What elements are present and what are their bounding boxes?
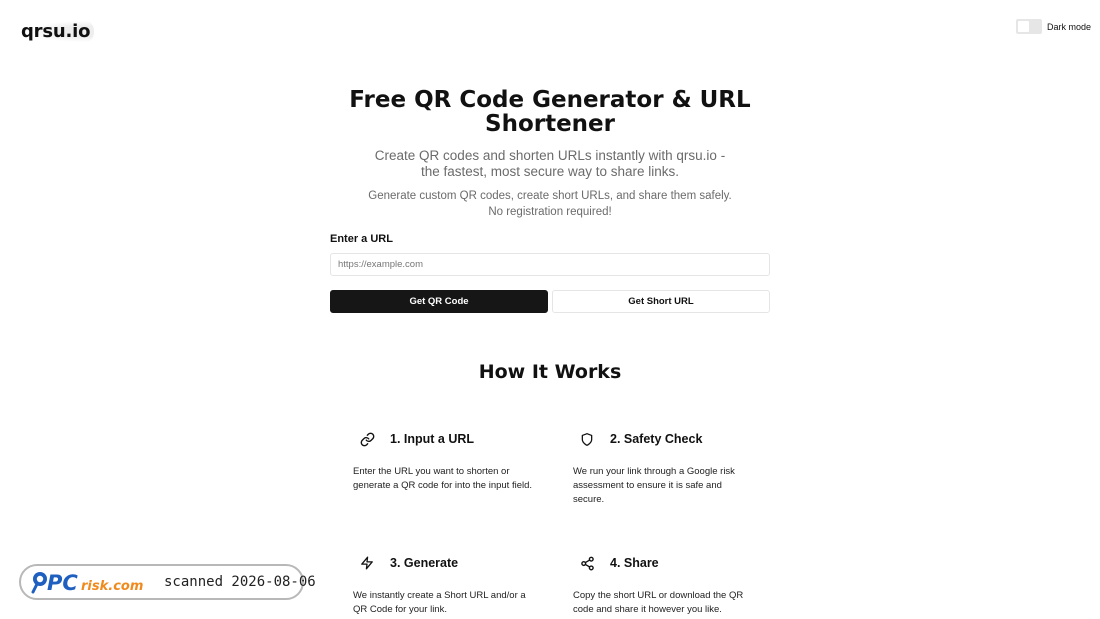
step-description: Copy the short URL or download the QR co…: [573, 590, 744, 615]
hero-section: Free QR Code Generator & URL Shortener C…: [330, 88, 770, 220]
share-icon: [577, 553, 597, 573]
step-title: 2. Safety Check: [610, 432, 703, 446]
url-input[interactable]: [330, 253, 770, 276]
dark-mode-toggle[interactable]: Dark mode: [1015, 19, 1091, 34]
step-title: 3. Generate: [390, 556, 459, 570]
step-description: We instantly create a Short URL and/or a…: [353, 590, 526, 615]
site-logo[interactable]: qrsu.io: [21, 19, 95, 44]
lightning-icon: [357, 553, 377, 573]
get-short-url-button[interactable]: Get Short URL: [552, 290, 770, 313]
shield-icon: [577, 429, 597, 449]
svg-text:PC: PC: [47, 571, 78, 594]
step-title: 1. Input a URL: [390, 432, 475, 446]
hero-description: Generate custom QR codes, create short U…: [368, 190, 732, 218]
step-safety-check: 2. Safety Check We run your link through…: [573, 429, 753, 507]
step-generate: 3. Generate We instantly create a Short …: [353, 553, 533, 617]
form-buttons: Get QR Code Get Short URL: [330, 290, 770, 313]
svg-text:risk.com: risk.com: [81, 579, 143, 594]
step-title: 4. Share: [610, 556, 659, 570]
get-qr-code-button[interactable]: Get QR Code: [330, 290, 548, 313]
watermark-text: scanned 2026-08-06: [164, 574, 316, 590]
link-icon: [357, 429, 377, 449]
step-description: We run your link through a Google risk a…: [573, 466, 735, 505]
url-input-label: Enter a URL: [330, 233, 393, 245]
step-input-url: 1. Input a URL Enter the URL you want to…: [353, 429, 533, 493]
hero-subtitle: Create QR codes and shorten URLs instant…: [374, 148, 726, 179]
page-title: Free QR Code Generator & URL Shortener: [349, 87, 751, 137]
pcrisk-logo: PC risk.com: [31, 570, 146, 594]
dark-mode-switch-knob: [1017, 21, 1029, 32]
dark-mode-label: Dark mode: [1046, 21, 1091, 32]
dark-mode-switch[interactable]: [1015, 19, 1042, 34]
scan-watermark: PC risk.com scanned 2026-08-06: [19, 564, 316, 600]
url-form: Enter a URL Get QR Code Get Short URL: [330, 233, 770, 313]
step-share: 4. Share Copy the short URL or download …: [573, 553, 753, 617]
step-description: Enter the URL you want to shorten or gen…: [353, 466, 533, 491]
how-it-works-title: How It Works: [478, 361, 622, 383]
